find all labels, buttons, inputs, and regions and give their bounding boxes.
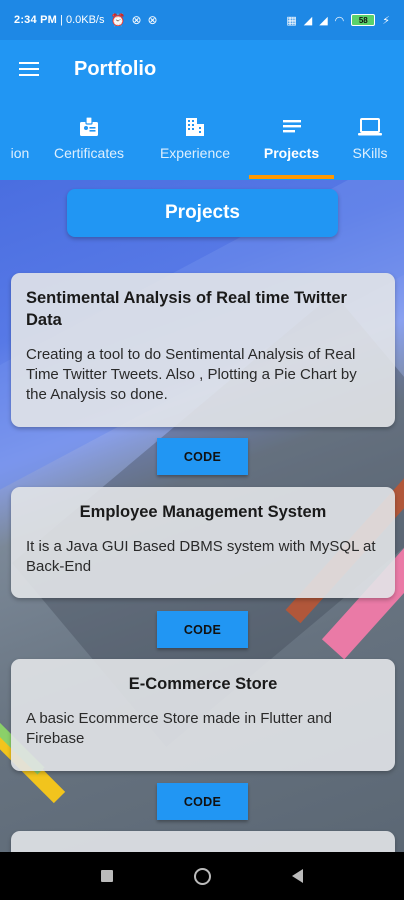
network-speed: 0.0KB/s (65, 14, 105, 26)
menu-icon[interactable] (0, 40, 58, 98)
alarm-icon: ⏰ (110, 13, 126, 27)
battery-icon: 58 (351, 14, 376, 26)
app-title: Portfolio (74, 57, 157, 80)
building-icon (184, 98, 206, 142)
notification-icon-2: ⊗ (147, 13, 158, 27)
app-bar: Portfolio (0, 40, 404, 98)
back-icon[interactable] (292, 869, 304, 883)
code-button[interactable]: CODE (157, 783, 248, 820)
projects-content[interactable]: Projects Sentimental Analysis of Real ti… (0, 180, 404, 852)
signal-icon: ◢ (303, 14, 313, 27)
signal-icon-2: ◢ (319, 14, 328, 27)
project-description: Creating a tool to do Sentimental Analys… (26, 346, 357, 403)
list-icon (281, 98, 303, 142)
project-description: It is a Java GUI Based DBMS system with … (26, 538, 376, 575)
tab-skills[interactable]: SKills (340, 98, 400, 180)
tab-label: SKills (352, 145, 388, 161)
code-button[interactable]: CODE (157, 438, 248, 475)
recents-icon[interactable] (100, 870, 113, 882)
project-card (11, 831, 395, 852)
tab-label: Experience (159, 145, 231, 161)
badge-icon (78, 98, 100, 142)
project-title: E-Commerce Store (128, 675, 278, 693)
tab-indicator (249, 175, 334, 179)
status-right: ▦ ◢ ◢ ◠ 58 ⚡ (286, 14, 390, 27)
tab-label: Projects (263, 145, 320, 161)
laptop-icon (358, 98, 382, 142)
status-bar: 2:34 PM | 0.0KB/s ⏰ ⊗ ⊗ ▦ ◢ ◢ ◠ 58 ⚡ (0, 0, 404, 40)
project-card: E-Commerce Store A basic Ecommerce Store… (11, 659, 395, 771)
project-description: A basic Ecommerce Store made in Flutter … (26, 710, 332, 747)
tab-education[interactable]: ion (0, 98, 42, 180)
status-time: 2:34 PM (14, 14, 57, 26)
status-separator: | (56, 14, 66, 26)
tab-bar: ion Certificates Experience Projects SKi… (0, 98, 404, 180)
project-title: Employee Management System (79, 503, 327, 521)
tab-label: Certificates (53, 145, 125, 161)
tab-certificates[interactable]: Certificates (45, 98, 133, 180)
system-nav-bar (0, 852, 404, 900)
project-card: Sentimental Analysis of Real time Twitte… (11, 273, 395, 427)
tab-projects[interactable]: Projects (249, 98, 334, 180)
tab-experience[interactable]: Experience (150, 98, 240, 180)
tab-label: ion (10, 145, 30, 161)
wifi-icon: ◠ (334, 14, 345, 27)
notification-icon: ⊗ (131, 13, 142, 27)
charging-icon: ⚡ (382, 14, 390, 27)
section-title: Projects (67, 189, 338, 237)
project-title: Sentimental Analysis of Real time Twitte… (26, 289, 347, 329)
home-icon[interactable] (193, 867, 211, 885)
code-button[interactable]: CODE (157, 611, 248, 648)
sim-icon: ▦ (286, 14, 297, 27)
project-card: Employee Management System It is a Java … (11, 487, 395, 598)
